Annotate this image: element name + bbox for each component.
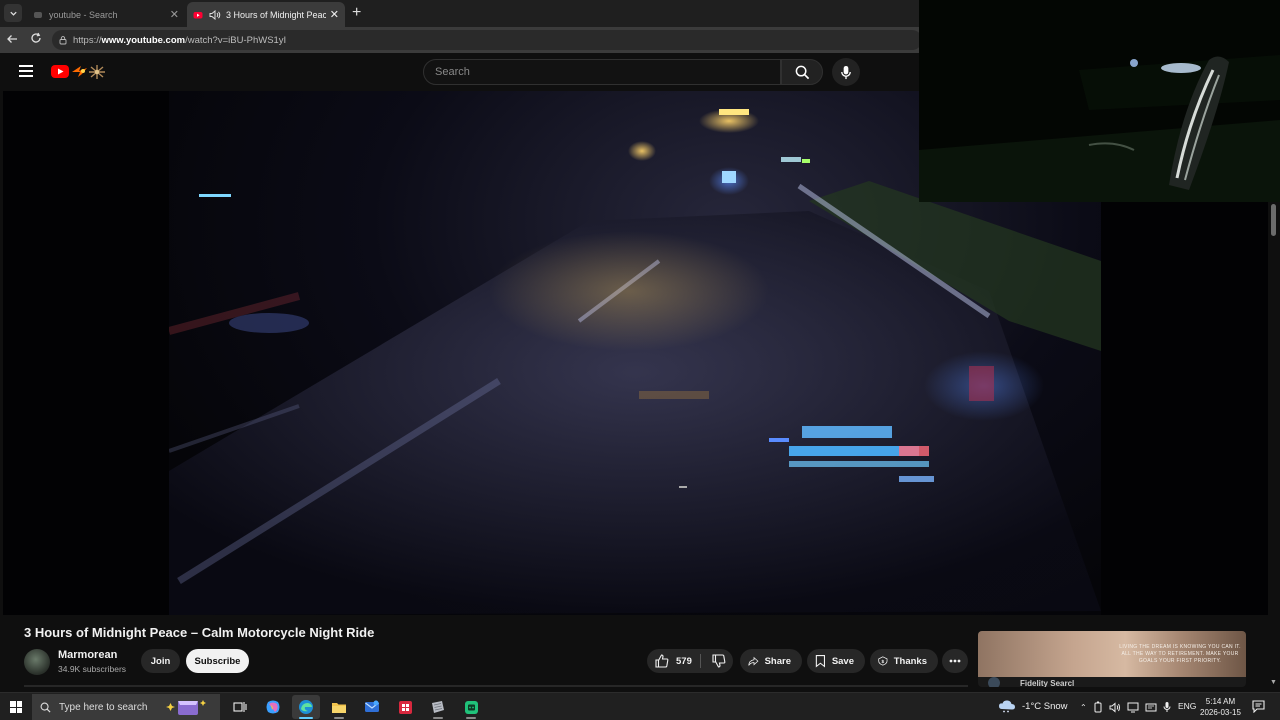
copilot-icon[interactable] [259,695,287,719]
weather-text: -1°C Snow [1022,700,1068,712]
search-icon [40,702,51,713]
share-icon [748,656,759,666]
video-title: 3 Hours of Midnight Peace – Calm Motorcy… [24,625,375,640]
like-divider [700,654,701,668]
save-label: Save [831,655,854,667]
url-field[interactable]: https://www.youtube.com/watch?v=iBU-PhWS… [52,30,922,50]
windows-taskbar: Type here to search -1°C Snow ⌃ ENG 5:14… [0,692,1280,720]
mail-icon[interactable] [358,695,386,719]
like-count: 579 [676,655,692,667]
page-scrollbar[interactable]: ▼ [1268,202,1280,686]
file-explorer-icon[interactable] [325,695,353,719]
subscribe-button[interactable]: Subscribe [186,649,249,673]
thumbs-up-icon [655,654,669,668]
thumbs-down-icon [711,654,725,668]
site-info-icon[interactable] [58,35,68,45]
app-gray-icon[interactable] [424,695,452,719]
back-arrow-icon[interactable] [6,32,18,48]
weather-widget[interactable]: -1°C Snow [998,699,1068,713]
tab-title: 3 Hours of Midnight Peace – C [226,9,326,20]
reload-icon[interactable] [30,31,42,47]
address-bar-row: https://www.youtube.com/watch?v=iBU-PhWS… [0,27,922,53]
channel-avatar[interactable] [24,649,50,675]
tab-youtube-search[interactable]: youtube - Search ✕ [27,2,185,27]
tab-close-icon[interactable]: ✕ [170,8,179,21]
browser-tab-strip: youtube - Search ✕ 3 Hours of Midnight P… [0,0,919,27]
running-indicator [433,717,443,719]
app-red-icon[interactable] [391,695,419,719]
channel-name[interactable]: Marmorean [58,649,117,661]
tab-video[interactable]: 3 Hours of Midnight Peace – C ✕ [187,2,345,27]
network-icon[interactable] [1127,702,1139,713]
new-tab-icon[interactable]: + [352,4,361,22]
language-indicator[interactable]: ENG [1178,701,1196,711]
super-thanks-icon: $ [878,656,888,666]
screen: youtube - Search ✕ 3 Hours of Midnight P… [0,0,1280,720]
taskbar-clock[interactable]: 5:14 AM 2026-03-15 [1200,696,1241,718]
youtube-logo[interactable] [51,63,111,81]
description-box-edge [24,685,968,687]
ad-channel-avatar [988,677,1000,687]
show-hidden-icons-icon[interactable]: ⌃ [1080,703,1087,712]
like-button[interactable]: 579 [647,649,699,673]
tab-list-button[interactable] [4,4,22,22]
chevron-down-icon [9,11,17,16]
running-indicator [334,717,344,719]
system-tray: ⌃ [1080,701,1171,713]
pip-night-scene [919,0,1280,202]
display-icon[interactable] [1145,702,1157,713]
picture-in-picture-window[interactable] [919,0,1280,202]
tab-title: youtube - Search [49,9,118,20]
edge-browser-icon[interactable] [292,695,320,719]
speaker-icon[interactable] [209,9,221,20]
youtube-favicon-icon [34,11,42,18]
ad-card[interactable]: LIVING THE DREAM IS KNOWING YOU CAN IT. … [978,631,1246,687]
more-horizontal-icon [949,659,961,663]
clock-time: 5:14 AM [1205,697,1236,706]
voice-search-button[interactable] [832,58,860,86]
taskbar-search-box[interactable]: Type here to search [32,694,220,720]
search-highlight-icon [166,700,206,715]
ad-channel-row: Fidelity Searcl [988,677,1108,688]
more-actions-button[interactable] [942,649,968,673]
scroll-down-icon[interactable]: ▼ [1270,679,1277,686]
share-label: Share [764,655,791,667]
url-path: /watch?v=iBU-PhWS1yI [185,34,287,46]
share-button[interactable]: Share [740,649,802,673]
bookmark-icon [815,655,826,668]
windows-start-icon[interactable] [10,701,22,713]
tab-close-icon[interactable]: ✕ [330,8,339,21]
youtube-favicon-icon [193,11,203,18]
thanks-button[interactable]: $ Thanks [870,649,938,673]
mic-icon[interactable] [1163,701,1171,713]
ad-text: LIVING THE DREAM IS KNOWING YOU CAN IT. … [1119,644,1241,664]
notification-icon[interactable] [1252,700,1265,718]
scrollbar-thumb[interactable] [1271,204,1276,236]
svg-text:$: $ [882,659,885,665]
thanks-label: Thanks [893,655,927,667]
clock-date: 2026-03-15 [1200,708,1241,717]
task-view-icon[interactable] [226,695,254,719]
join-button[interactable]: Join [141,649,180,673]
search-input[interactable] [435,66,780,78]
volume-icon[interactable] [1109,701,1121,713]
dislike-button[interactable] [704,649,733,673]
running-indicator [466,717,476,719]
like-dislike-group: 579 [647,649,733,673]
url-prefix: https:// [73,34,102,46]
snow-cloud-icon [999,700,1015,713]
save-button[interactable]: Save [807,649,865,673]
app-green-icon[interactable] [457,695,485,719]
subscriber-count: 34.9K subscribers [58,664,127,674]
microphone-icon [841,65,851,79]
search-icon [795,65,809,79]
search-button[interactable] [781,59,823,85]
hamburger-menu-icon[interactable] [19,65,33,77]
url-domain: www.youtube.com [101,34,186,46]
battery-icon[interactable] [1093,701,1103,713]
ad-channel-name: Fidelity Searcl [1020,678,1075,688]
search-box[interactable] [423,59,781,85]
active-indicator [299,717,313,719]
taskbar-search-placeholder: Type here to search [59,701,148,713]
